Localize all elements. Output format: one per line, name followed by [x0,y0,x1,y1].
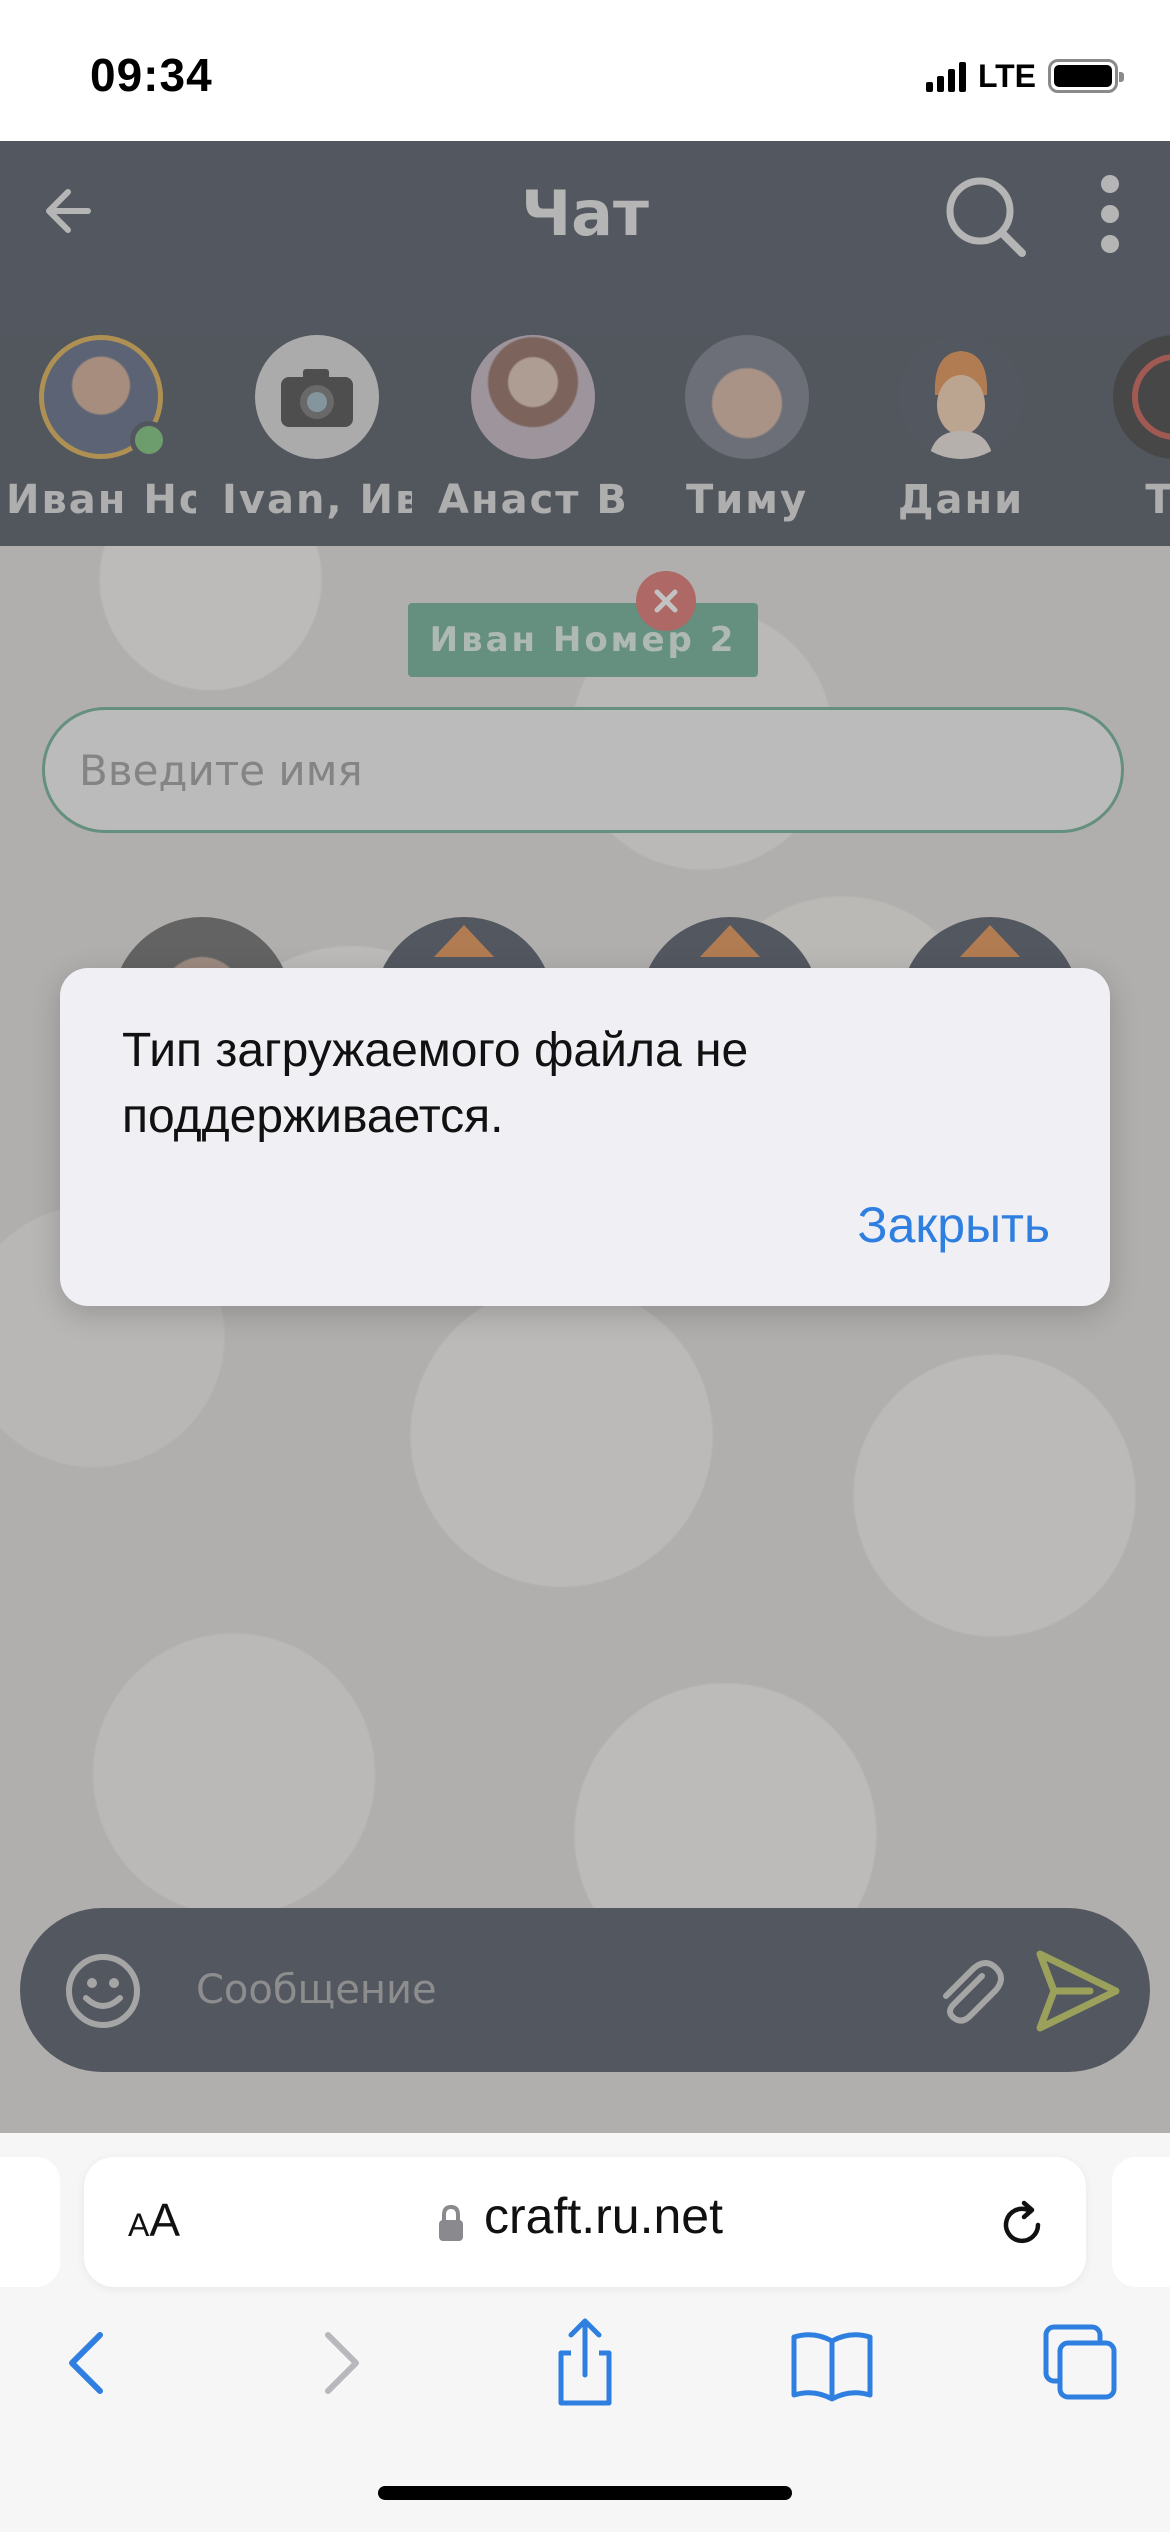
status-time: 09:34 [90,49,213,101]
text-size-large-glyph: A [149,2194,181,2246]
share-button[interactable] [535,2313,635,2413]
status-indicators: LTE [925,56,1124,96]
alert-dialog: Тип загружаемого файла не поддерживается… [60,968,1110,1306]
share-icon [558,2318,612,2406]
address-bar[interactable]: AA craft.ru.net [84,2157,1086,2287]
url-text: craft.ru.net [484,2188,723,2244]
alert-close-button[interactable]: Закрыть [857,1196,1050,1254]
tabs-button[interactable] [1030,2313,1130,2413]
text-size-button[interactable]: AA [128,2193,180,2247]
reload-icon [1003,2200,1041,2244]
next-tab-peek[interactable] [1112,2157,1170,2287]
signal-icon [925,60,966,92]
network-type: LTE [977,57,1036,94]
browser-back-button[interactable] [38,2313,138,2413]
reload-button[interactable] [994,2197,1050,2253]
chevron-left-icon [69,2332,103,2394]
status-bar: 09:34 LTE [0,0,1170,141]
chevron-right-icon [325,2332,359,2394]
bookmarks-button[interactable] [782,2313,882,2413]
previous-tab-peek[interactable] [0,2157,60,2287]
browser-forward-button[interactable] [290,2313,390,2413]
home-indicator [378,2486,792,2500]
tabs-icon [1043,2324,1117,2400]
browser-toolbar: AA craft.ru.net [0,2133,1170,2532]
alert-message: Тип загружаемого файла не поддерживается… [122,1024,749,1143]
book-icon [791,2332,873,2402]
battery-icon [1048,59,1124,93]
text-size-small-glyph: A [128,2207,150,2243]
lock-icon [439,2204,463,2241]
